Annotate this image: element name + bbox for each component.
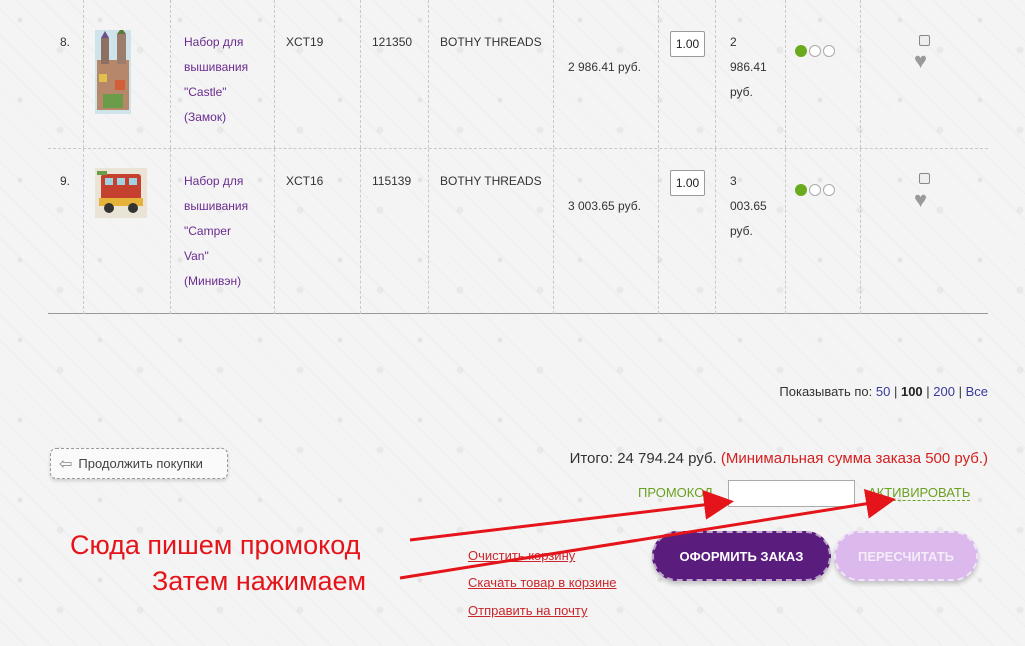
annotation-line-2: Затем нажимаем (152, 566, 367, 596)
annotation-line-1: Сюда пишем промокод (70, 530, 361, 560)
